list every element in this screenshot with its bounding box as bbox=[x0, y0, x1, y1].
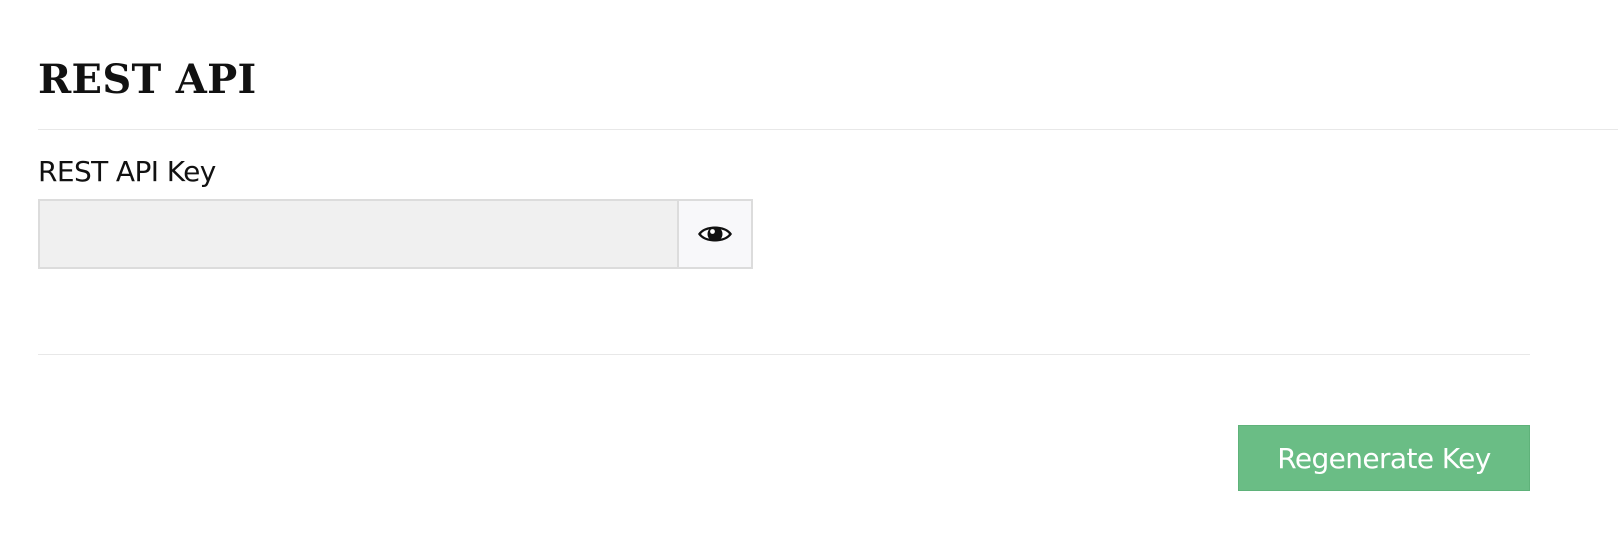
api-key-input-group bbox=[38, 199, 753, 269]
api-key-input[interactable] bbox=[38, 199, 677, 269]
title-divider bbox=[38, 129, 1618, 130]
eye-icon bbox=[697, 222, 733, 246]
rest-api-key-label: REST API Key bbox=[38, 155, 216, 188]
section-divider bbox=[38, 354, 1530, 355]
regenerate-key-button[interactable]: Regenerate Key bbox=[1238, 425, 1530, 491]
page-title: REST API bbox=[38, 56, 257, 103]
reveal-key-button[interactable] bbox=[677, 199, 753, 269]
